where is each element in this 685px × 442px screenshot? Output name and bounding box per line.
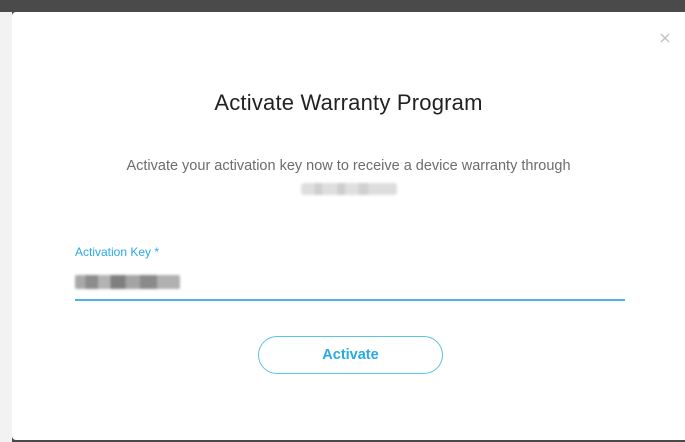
dialog-title: Activate Warranty Program (214, 90, 483, 115)
activation-key-label: Activation Key * (75, 245, 160, 259)
dialog-description: Activate your activation key now to rece… (126, 158, 571, 174)
activate-button[interactable]: Activate (258, 336, 443, 374)
redacted-text (300, 183, 397, 195)
activation-key-input[interactable] (75, 273, 625, 301)
close-icon (660, 33, 670, 43)
close-button[interactable] (659, 32, 673, 46)
background-page-edge (0, 12, 12, 442)
redacted-activation-key-value (75, 275, 180, 289)
activation-key-field: Activation Key * (75, 245, 625, 301)
redacted-provider-name (12, 183, 685, 195)
warranty-activation-dialog: Activate Warranty Program Activate your … (12, 12, 685, 440)
